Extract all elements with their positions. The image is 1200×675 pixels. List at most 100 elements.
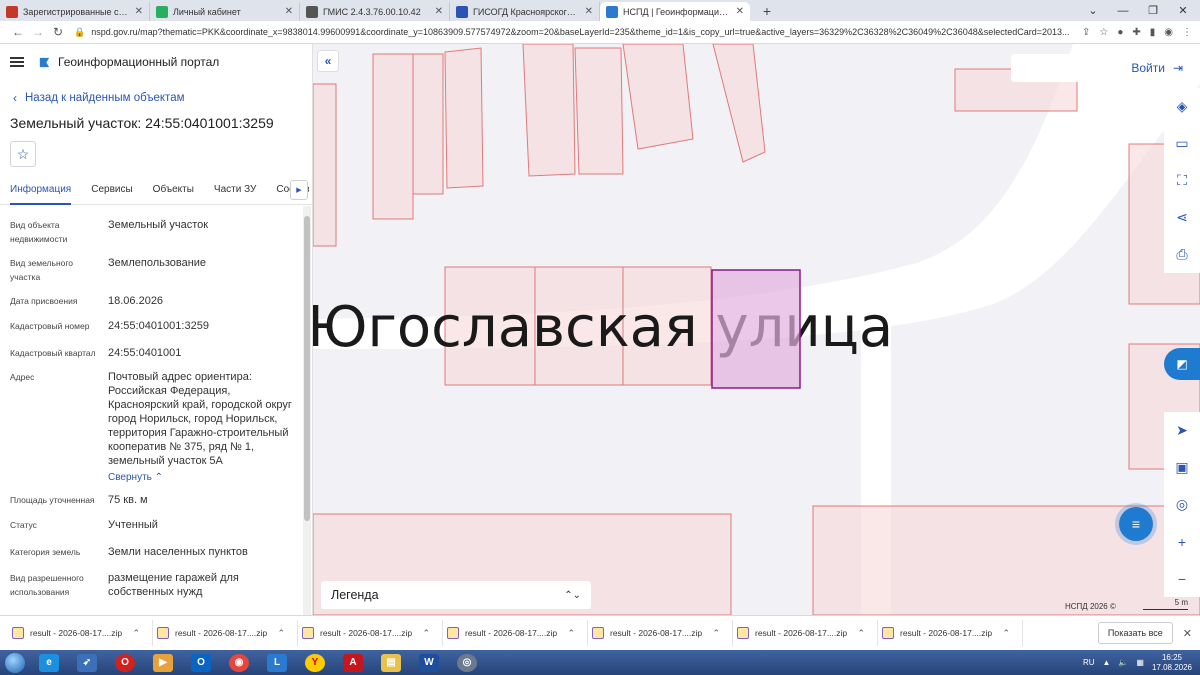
taskbar-word[interactable]: W: [410, 650, 448, 675]
download-item[interactable]: result - 2026-08-17....zip ⌃: [443, 620, 588, 646]
collapse-panel-button[interactable]: «: [317, 50, 339, 72]
tab-close-icon[interactable]: ✕: [435, 6, 443, 17]
browser-tab[interactable]: Личный кабинет ✕: [150, 2, 300, 21]
download-menu-chevron-icon[interactable]: ⌃: [712, 628, 720, 639]
map-view[interactable]: Югославская улица « Войти ⇥ ◈ ▭ ⛶ ⋖ ⎙ ◩ …: [313, 44, 1200, 615]
browser-tab[interactable]: ГИСОГД Красноярского края ✕: [450, 2, 600, 21]
print-icon[interactable]: ⎙: [1164, 236, 1200, 273]
browser-tab[interactable]: НСПД | Геоинформационный п ✕: [600, 2, 750, 21]
layers-icon[interactable]: ◈: [1164, 88, 1200, 125]
share-icon[interactable]: ⇪: [1082, 27, 1090, 38]
browser-tab[interactable]: ГМИС 2.4.3.76.00.10.42 ✕: [300, 2, 450, 21]
geolocation-icon[interactable]: ➤: [1164, 412, 1200, 449]
share-map-icon[interactable]: ⋖: [1164, 199, 1200, 236]
map-canvas[interactable]: Югославская улица: [313, 44, 1200, 615]
taskbar-outlook[interactable]: O: [182, 650, 220, 675]
login-icon: ⇥: [1172, 61, 1183, 75]
tab-close-icon[interactable]: ✕: [285, 6, 293, 17]
tray-arrow-icon[interactable]: ▲: [1103, 658, 1111, 667]
browser-tab[interactable]: Зарегистрированные сегодня ✕: [0, 2, 150, 21]
new-tab-button[interactable]: +: [758, 2, 776, 20]
selected-parcel[interactable]: [711, 269, 801, 389]
location-pin-icon[interactable]: ◎: [1164, 486, 1200, 523]
taskbar-app7[interactable]: L: [258, 650, 296, 675]
chevron-left-icon: ‹: [13, 91, 17, 105]
download-item[interactable]: result - 2026-08-17....zip ⌃: [878, 620, 1023, 646]
maximize-icon[interactable]: ❐: [1146, 4, 1160, 17]
windows-taskbar: e ➶ O ▶ O ◉ L Y A ▤ W ◎ RU ▲ 🔈 ▦ 16:25 1…: [0, 650, 1200, 675]
taskbar-chrome[interactable]: ◉: [220, 650, 258, 675]
tab-0[interactable]: Информация: [10, 175, 72, 205]
login-bar[interactable]: Войти ⇥: [1011, 54, 1191, 82]
tab-2[interactable]: Объекты: [153, 175, 194, 205]
tabs-scroll-right-button[interactable]: ▶: [290, 180, 308, 200]
extension-icon[interactable]: ●: [1117, 27, 1123, 38]
tab-search-icon[interactable]: ⌄: [1086, 4, 1100, 17]
url-field[interactable]: 🔒 nspd.gov.ru/map?thematic=PKK&coordinat…: [74, 24, 1074, 41]
tab-close-icon[interactable]: ✕: [585, 6, 593, 17]
close-downloads-icon[interactable]: ✕: [1183, 627, 1192, 640]
windows-orb-icon: [5, 652, 25, 673]
clock[interactable]: 16:25 17.08.2026: [1152, 653, 1192, 673]
language-indicator[interactable]: RU: [1083, 658, 1095, 667]
app-title: Геоинформационный портал: [58, 55, 220, 69]
reload-icon[interactable]: ↻: [48, 25, 68, 39]
taskbar-yandex[interactable]: Y: [296, 650, 334, 675]
chat-button[interactable]: ≡: [1119, 507, 1153, 541]
hamburger-menu-icon[interactable]: [10, 57, 24, 67]
cadastral-icon: ◩: [1176, 357, 1188, 371]
close-window-icon[interactable]: ✕: [1176, 4, 1190, 17]
download-item[interactable]: result - 2026-08-17....zip ⌃: [153, 620, 298, 646]
download-item[interactable]: result - 2026-08-17....zip ⌃: [298, 620, 443, 646]
tab-close-icon[interactable]: ✕: [135, 6, 143, 17]
network-icon[interactable]: ▦: [1136, 658, 1144, 667]
start-button[interactable]: [0, 650, 30, 675]
puzzle-icon[interactable]: ✚: [1132, 27, 1140, 38]
chat-icon: ≡: [1131, 516, 1141, 532]
taskbar-opera[interactable]: O: [106, 650, 144, 675]
download-item[interactable]: result - 2026-08-17....zip ⌃: [733, 620, 878, 646]
zoom-out-icon[interactable]: −: [1164, 560, 1200, 597]
menu-dots-icon[interactable]: ⋮: [1182, 27, 1192, 38]
zoom-in-icon[interactable]: +: [1164, 523, 1200, 560]
taskbar-explorer[interactable]: ▤: [372, 650, 410, 675]
download-menu-chevron-icon[interactable]: ⌃: [857, 628, 865, 639]
download-menu-chevron-icon[interactable]: ⌃: [277, 628, 285, 639]
select-area-icon[interactable]: ⛶: [1164, 162, 1200, 199]
volume-icon[interactable]: 🔈: [1118, 658, 1128, 667]
back-to-results-link[interactable]: ‹ Назад к найденным объектам: [13, 91, 185, 105]
taskbar-acrobat[interactable]: A: [334, 650, 372, 675]
minimize-icon[interactable]: —: [1116, 5, 1130, 17]
bookmark-star-icon[interactable]: ☆: [1099, 27, 1108, 38]
download-menu-chevron-icon[interactable]: ⌃: [422, 628, 430, 639]
download-item[interactable]: result - 2026-08-17....zip ⌃: [8, 620, 153, 646]
tab-label: ГМИС 2.4.3.76.00.10.42: [323, 6, 421, 17]
back-nav-icon[interactable]: ←: [8, 25, 28, 39]
basemap-icon[interactable]: ▣: [1164, 449, 1200, 486]
cadastral-button[interactable]: ◩: [1164, 348, 1200, 380]
show-all-downloads-button[interactable]: Показать все: [1097, 622, 1173, 644]
forward-nav-icon[interactable]: →: [28, 25, 48, 39]
collapse-address-link[interactable]: Свернуть ⌃: [108, 472, 163, 483]
tab-close-icon[interactable]: ✕: [736, 6, 744, 17]
ruler-icon[interactable]: ▭: [1164, 125, 1200, 162]
taskbar-app2[interactable]: ➶: [68, 650, 106, 675]
info-scrollbar[interactable]: [303, 206, 311, 615]
taskbar-app12[interactable]: ◎: [448, 650, 486, 675]
taskbar-media[interactable]: ▶: [144, 650, 182, 675]
scrollbar-thumb[interactable]: [304, 216, 310, 521]
login-label: Войти: [1131, 61, 1165, 75]
download-menu-chevron-icon[interactable]: ⌃: [1002, 628, 1010, 639]
download-item[interactable]: result - 2026-08-17....zip ⌃: [588, 620, 733, 646]
profile-icon[interactable]: ◉: [1164, 27, 1173, 38]
sidebar-icon[interactable]: ▮: [1150, 27, 1156, 38]
tab-3[interactable]: Части ЗУ: [214, 175, 256, 205]
info-value-text: Землепользование: [108, 257, 207, 269]
taskbar-ie[interactable]: e: [30, 650, 68, 675]
download-menu-chevron-icon[interactable]: ⌃: [567, 628, 575, 639]
legend-toggle[interactable]: Легенда ⌃⌄: [321, 581, 591, 609]
map-tools-top: ◈ ▭ ⛶ ⋖ ⎙: [1164, 88, 1200, 273]
tab-1[interactable]: Сервисы: [91, 175, 132, 205]
favorite-button[interactable]: ☆: [10, 141, 36, 167]
download-menu-chevron-icon[interactable]: ⌃: [132, 628, 140, 639]
